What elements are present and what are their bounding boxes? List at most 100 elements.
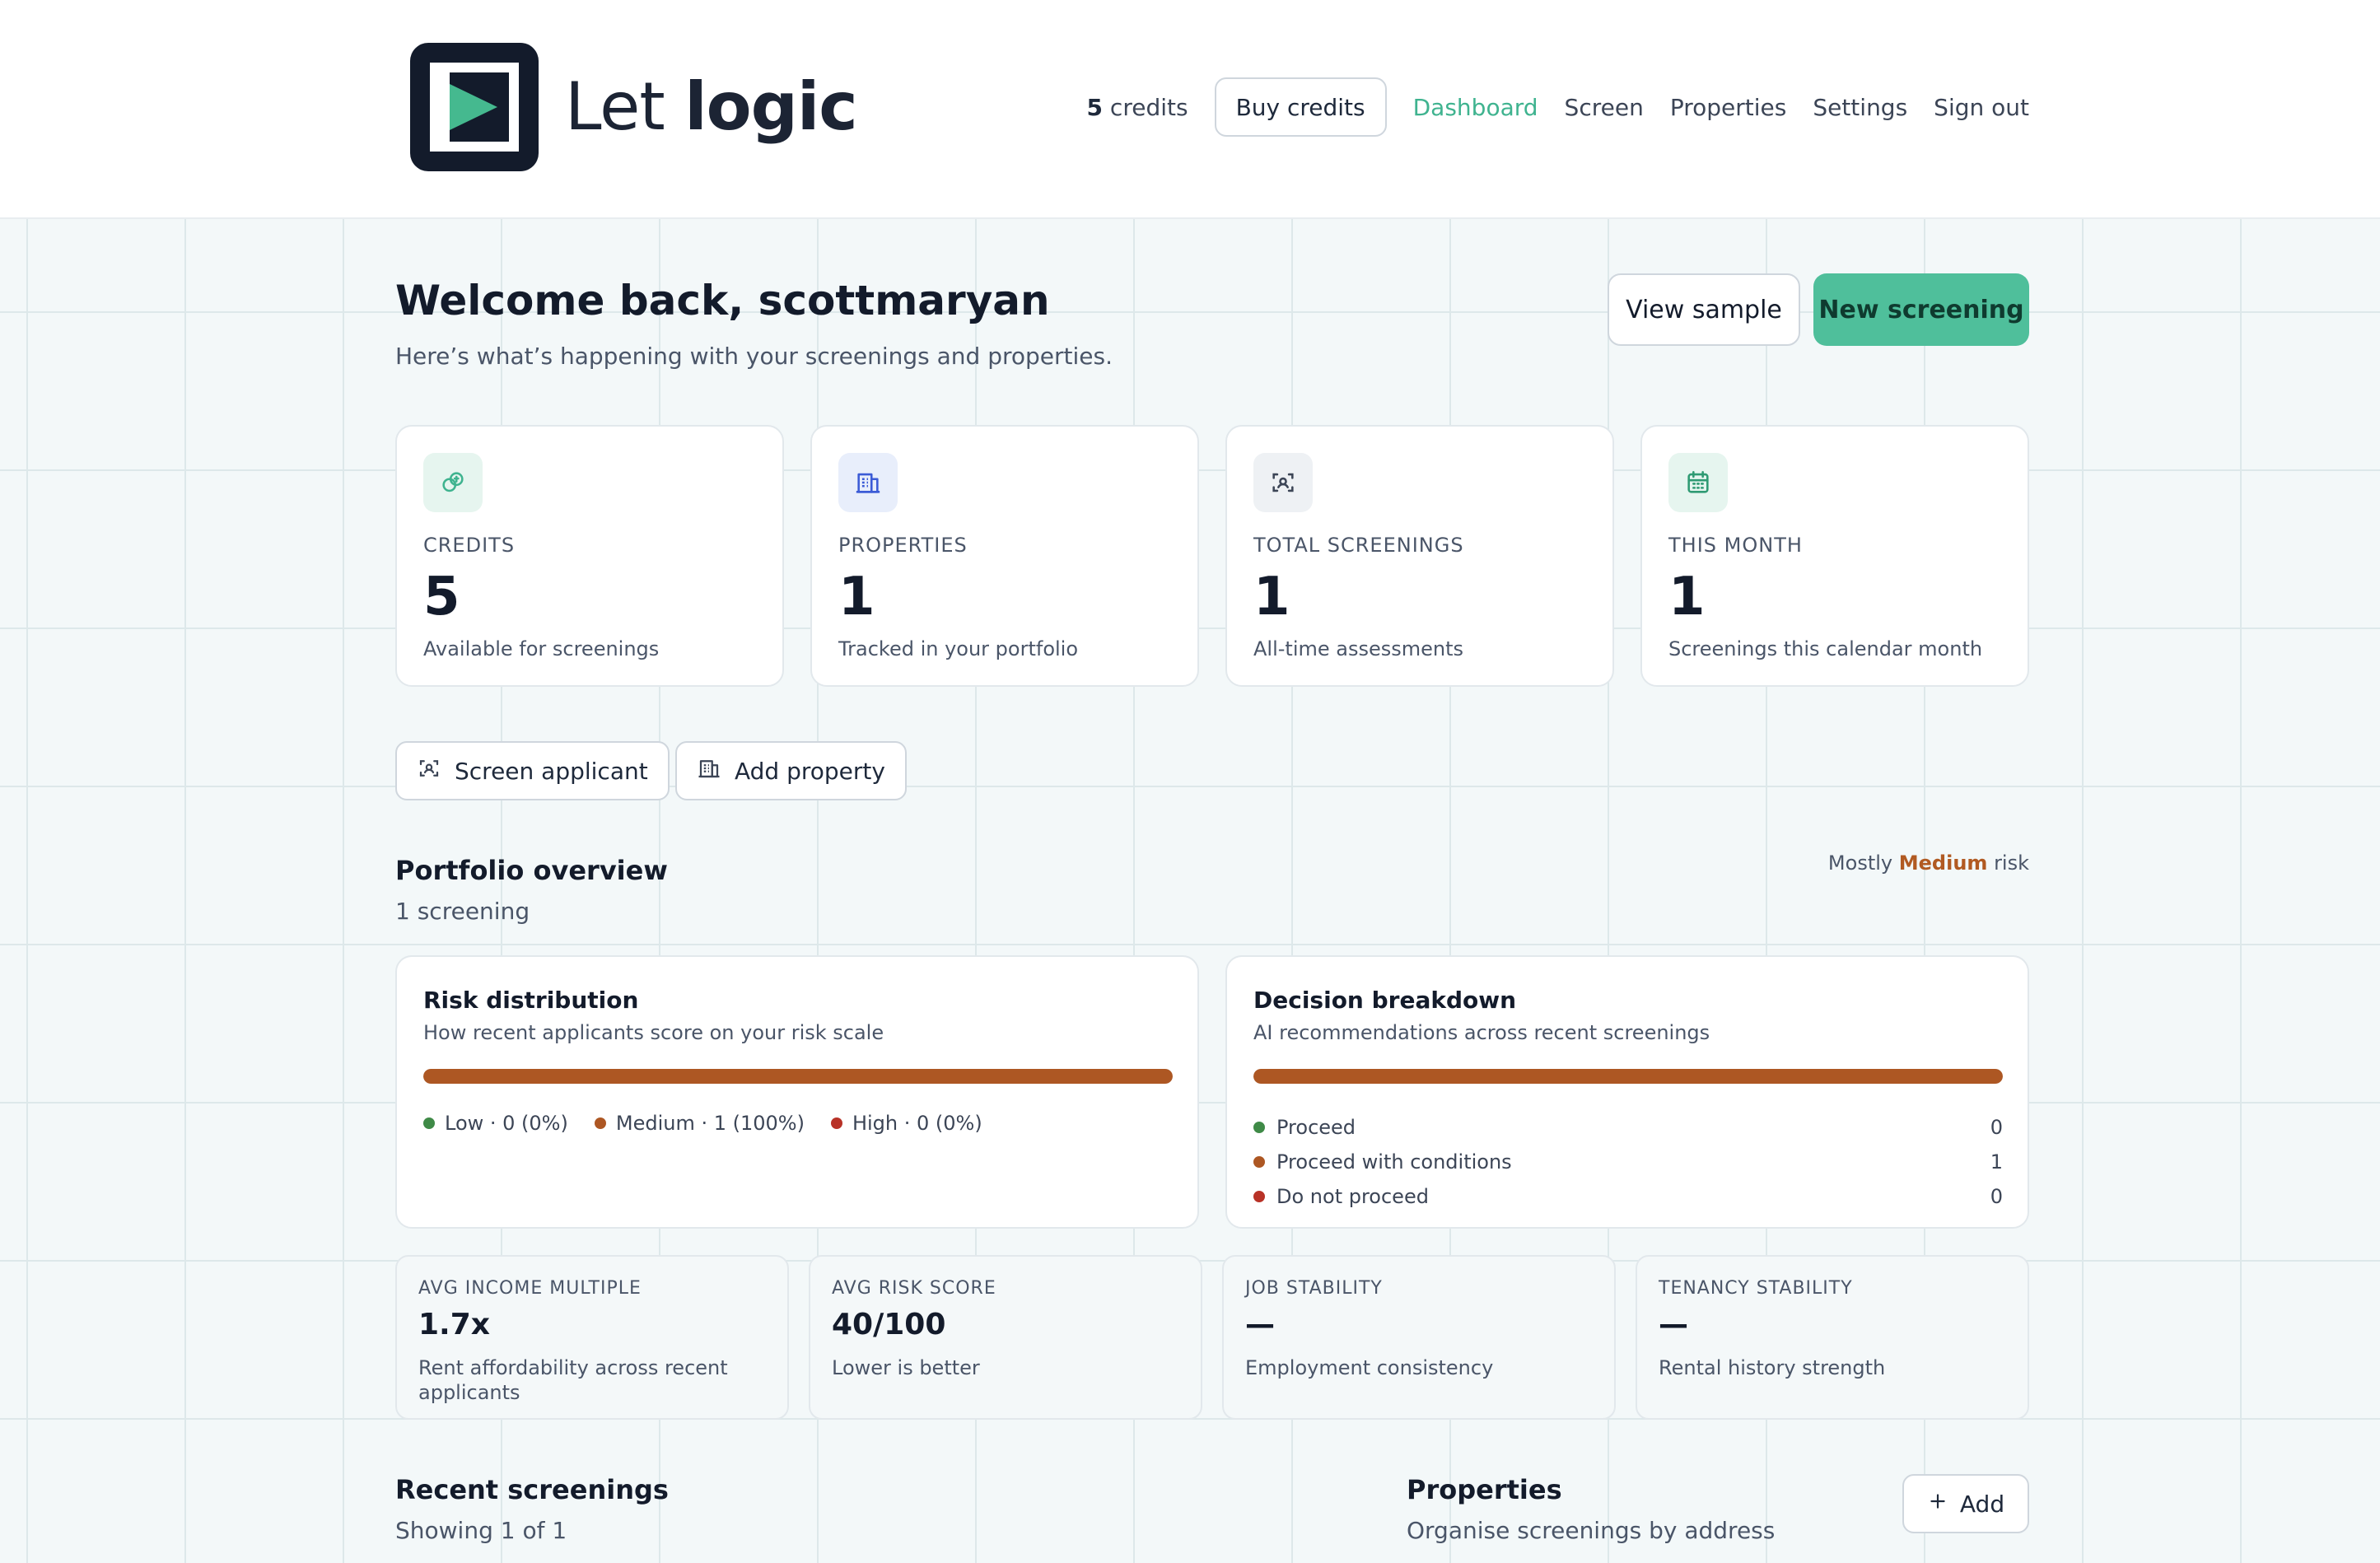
low-dot-icon [423, 1117, 435, 1129]
add-label: Add [1959, 1490, 2005, 1518]
nav-screen[interactable]: Screen [1565, 94, 1644, 121]
decision-count: 0 [1990, 1116, 2003, 1139]
stat-value: 5 [423, 567, 460, 628]
coins-icon [423, 453, 483, 512]
screen-applicant-label: Screen applicant [455, 757, 648, 785]
page-subtitle: Here’s what’s happening with your screen… [395, 343, 1113, 370]
stat-desc: All-time assessments [1253, 637, 1464, 660]
building-icon [838, 453, 898, 512]
decision-breakdown-bar [1253, 1069, 2003, 1084]
decision-count: 0 [1990, 1185, 2003, 1208]
properties-subtitle: Organise screenings by address [1407, 1517, 1776, 1544]
plus-icon [1927, 1491, 1948, 1518]
decision-bar-fill [1253, 1069, 2003, 1084]
decision-label: Proceed [1276, 1116, 1356, 1139]
stat-label: THIS MONTH [1668, 534, 1803, 557]
nav-settings[interactable]: Settings [1813, 94, 1907, 121]
building-icon [697, 756, 721, 786]
brand-name-light: Let [565, 68, 665, 145]
properties-title: Properties [1407, 1474, 1562, 1505]
nav-dashboard[interactable]: Dashboard [1413, 94, 1538, 121]
dashboard-main: Welcome back, scottmaryan Here’s what’s … [0, 219, 2380, 1563]
stat-label: PROPERTIES [838, 534, 968, 557]
credits-label: credits [1109, 93, 1188, 121]
decision-label: Proceed with conditions [1276, 1150, 1512, 1173]
legend-medium-label: Medium · 1 (100%) [615, 1112, 805, 1135]
metric-desc: Lower is better [832, 1356, 980, 1379]
page-title: Welcome back, scottmaryan [395, 277, 1050, 324]
risk-distribution-panel: Risk distribution How recent applicants … [395, 955, 1199, 1229]
stat-desc: Available for screenings [423, 637, 660, 660]
brand-name-bold: logic [684, 68, 857, 145]
metric-label: JOB STABILITY [1245, 1278, 1383, 1299]
nav-properties[interactable]: Properties [1670, 94, 1787, 121]
metric-card-income-multiple: AVG INCOME MULTIPLE 1.7x Rent affordabil… [395, 1255, 789, 1420]
legend-low-label: Low · 0 (0%) [445, 1112, 568, 1135]
risk-note-prefix: Mostly [1827, 851, 1893, 875]
recent-screenings-subtitle: Showing 1 of 1 [395, 1517, 567, 1544]
credits-indicator: 5 credits [1087, 94, 1188, 121]
stat-card-credits: CREDITS 5 Available for screenings [395, 425, 784, 687]
legend-high: High · 0 (0%) [830, 1112, 982, 1135]
decision-row-do-not-proceed: Do not proceed 0 [1253, 1179, 2003, 1214]
credits-count: 5 [1086, 93, 1104, 121]
metric-value: 1.7x [418, 1308, 490, 1341]
add-property-small-button[interactable]: Add [1902, 1474, 2029, 1533]
conditions-dot-icon [1253, 1156, 1265, 1168]
high-dot-icon [830, 1117, 842, 1129]
decision-breakdown-title: Decision breakdown [1253, 987, 1517, 1014]
metric-label: AVG RISK SCORE [832, 1278, 996, 1299]
decision-breakdown-panel: Decision breakdown AI recommendations ac… [1225, 955, 2029, 1229]
legend-low: Low · 0 (0%) [423, 1112, 568, 1135]
decision-row-proceed: Proceed 0 [1253, 1110, 2003, 1145]
stat-label: TOTAL SCREENINGS [1253, 534, 1464, 557]
stat-card-this-month: THIS MONTH 1 Screenings this calendar mo… [1640, 425, 2029, 687]
metric-desc: Employment consistency [1245, 1356, 1494, 1379]
risk-distribution-subtitle: How recent applicants score on your risk… [423, 1021, 884, 1044]
risk-note-suffix: risk [1994, 851, 2029, 875]
metric-card-job-stability: JOB STABILITY — Employment consistency [1222, 1255, 1616, 1420]
metric-desc: Rent affordability across recent applica… [418, 1356, 728, 1404]
stat-label: CREDITS [423, 534, 516, 557]
stat-value: 1 [1253, 567, 1290, 628]
legend-high-label: High · 0 (0%) [852, 1112, 982, 1135]
medium-dot-icon [594, 1117, 606, 1129]
metric-label: TENANCY STABILITY [1659, 1278, 1853, 1299]
metric-value: 40/100 [832, 1308, 946, 1341]
metric-label: AVG INCOME MULTIPLE [418, 1278, 642, 1299]
add-property-label: Add property [735, 757, 885, 785]
recent-screenings-title: Recent screenings [395, 1474, 669, 1505]
metric-desc: Rental history strength [1659, 1356, 1886, 1379]
portfolio-title: Portfolio overview [395, 855, 668, 886]
risk-distribution-bar [423, 1069, 1173, 1084]
nav-sign-out[interactable]: Sign out [1934, 94, 2029, 121]
add-property-button[interactable]: Add property [675, 741, 907, 800]
buy-credits-button[interactable]: Buy credits [1214, 77, 1387, 137]
scan-user-icon [1253, 453, 1313, 512]
decision-breakdown-subtitle: AI recommendations across recent screeni… [1253, 1021, 1710, 1044]
brand-name[interactable]: Let logic [565, 66, 858, 148]
new-screening-button[interactable]: New screening [1813, 273, 2029, 346]
stat-card-total-screenings: TOTAL SCREENINGS 1 All-time assessments [1225, 425, 1614, 687]
scan-user-icon [417, 756, 441, 786]
screen-applicant-button[interactable]: Screen applicant [395, 741, 670, 800]
stat-desc: Tracked in your portfolio [838, 637, 1079, 660]
metric-card-risk-score: AVG RISK SCORE 40/100 Lower is better [809, 1255, 1202, 1420]
stat-card-properties: PROPERTIES 1 Tracked in your portfolio [810, 425, 1199, 687]
decision-count: 1 [1990, 1150, 2003, 1173]
metric-value: — [1245, 1308, 1275, 1341]
risk-summary: Mostly Medium risk [1828, 851, 2029, 875]
decision-list: Proceed 0 Proceed with conditions 1 Do n… [1253, 1110, 2003, 1214]
stat-value: 1 [838, 567, 875, 628]
legend-medium: Medium · 1 (100%) [594, 1112, 805, 1135]
risk-legend: Low · 0 (0%) Medium · 1 (100%) High · 0 … [423, 1112, 982, 1135]
risk-bar-medium [423, 1069, 1173, 1084]
view-sample-button[interactable]: View sample [1608, 273, 1800, 346]
do-not-proceed-dot-icon [1253, 1191, 1265, 1202]
risk-distribution-title: Risk distribution [423, 987, 639, 1014]
proceed-dot-icon [1253, 1122, 1265, 1133]
calendar-icon [1668, 453, 1728, 512]
stat-value: 1 [1668, 567, 1706, 628]
main-nav: 5 credits Buy credits Dashboard Screen P… [1087, 77, 2029, 137]
logo-icon[interactable] [410, 43, 539, 171]
